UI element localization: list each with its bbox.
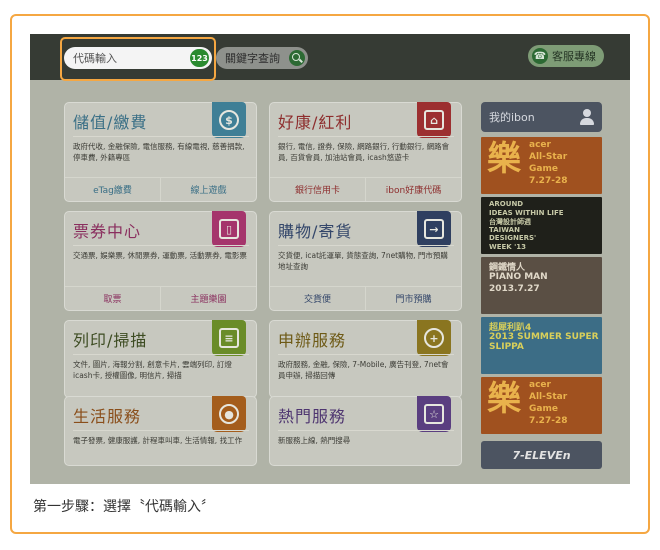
card-title: 購物/寄貨 (278, 222, 353, 241)
service-card[interactable]: 票券中心 ▯ 交通票, 娛樂票, 休閒票券, 運動票, 活動票券, 電影票取票 主題樂… (64, 211, 257, 311)
ibon-screen: 代碼輸入 123 關鍵字查詢 ☎ 客服專線 儲值/繳費 $ 政府代收, 金融保險, … (30, 34, 630, 484)
card-title: 票券中心 (73, 222, 142, 241)
banner-text: WEEK '13 (489, 242, 527, 251)
card-link[interactable]: 線上遊戲 (160, 178, 256, 201)
banner-text: acer (529, 140, 551, 150)
card-link[interactable]: 銀行信用卡 (270, 178, 365, 201)
card-title: 儲值/繳費 (73, 113, 148, 132)
card-divider (278, 354, 454, 355)
banner-text: 2013 SUMMER SUPER SLIPPA (489, 332, 599, 352)
card-link[interactable]: 取票 (65, 287, 160, 310)
card-title: 熱門服務 (278, 407, 347, 426)
home-icon: ⌂ (417, 102, 451, 138)
card-description: 政府服務, 金融, 保險, 7-Mobile, 廣告刊登, 7net會員申辦, … (278, 360, 449, 380)
banner-text: All-Star (529, 152, 568, 162)
promo-banner[interactable]: 樂 acer All-Star Game 7.27-28 (481, 377, 602, 434)
card-title: 好康/紅利 (278, 113, 353, 132)
search-icon[interactable] (289, 50, 305, 66)
card-links: eTag繳費 線上遊戲 (65, 177, 256, 201)
plus-icon: + (417, 320, 451, 356)
banner-text: 7.27-28 (529, 176, 568, 186)
card-title: 列印/掃描 (73, 331, 148, 350)
card-divider (73, 245, 249, 246)
card-links: 銀行信用卡 ibon好康代碼 (270, 177, 461, 201)
card-divider (278, 136, 454, 137)
ticket-icon: ▯ (212, 211, 246, 247)
banner-text: 2013.7.27 (489, 284, 540, 294)
seven-eleven-logo[interactable]: 7-ELEVEn (481, 441, 602, 469)
document-icon: ≡ (212, 320, 246, 356)
card-link[interactable]: 門市預購 (365, 287, 461, 310)
banner-headline: 樂 (487, 139, 521, 179)
card-title: 生活服務 (73, 407, 142, 426)
service-card[interactable]: 好康/紅利 ⌂ 銀行, 電信, 證券, 保險, 網路銀行, 行動銀行, 網路會員, … (269, 102, 462, 202)
card-description: 文件, 圖片, 海報分割, 創意卡片, 雲端列印, 訂燈icash卡, 授權圖像… (73, 360, 232, 380)
card-link[interactable]: 交貨便 (270, 287, 365, 310)
card-divider (73, 354, 249, 355)
card-links: 取票 主題樂園 (65, 286, 256, 310)
card-divider (73, 430, 249, 431)
card-divider (278, 430, 454, 431)
star-icon: ☆ (417, 396, 451, 432)
banner-text: IDEAS WITHIN LIFE (489, 208, 564, 217)
service-card[interactable]: 生活服務 ● 電子發票, 健康服護, 計程車叫車, 生活情報, 找工作 (64, 396, 257, 466)
service-card[interactable]: 列印/掃描 ≡ 文件, 圖片, 海報分割, 創意卡片, 雲端列印, 訂燈icash卡… (64, 320, 257, 398)
promo-banner[interactable]: 樂 acer All-Star Game 7.27-28 (481, 137, 602, 194)
card-description: 交通票, 娛樂票, 休閒票券, 運動票, 活動票券, 電影票 (73, 251, 247, 260)
keyword-search-label: 關鍵字查詢 (225, 52, 280, 65)
banner-headline: 樂 (487, 379, 521, 419)
service-card[interactable]: 申辦服務 + 政府服務, 金融, 保險, 7-Mobile, 廣告刊登, 7net會… (269, 320, 462, 398)
card-description: 政府代收, 金融保險, 電信服務, 有線電視, 慈善捐款, 停車費, 外籍專區 (73, 142, 245, 162)
exit-icon: → (417, 211, 451, 247)
promo-banner[interactable]: AROUND IDEAS WITHIN LIFE 台灣設計師週 TAIWAN DESIG… (481, 197, 602, 254)
highlight-box (60, 37, 216, 81)
banner-text: Game (529, 164, 558, 174)
card-divider (73, 136, 249, 137)
dollar-icon: $ (212, 102, 246, 138)
service-card[interactable]: 儲值/繳費 $ 政府代收, 金融保險, 電信服務, 有線電視, 慈善捐款, 停車費,… (64, 102, 257, 202)
card-description: 交貨便, icat託運單, 貨態查詢, 7net購物, 門市預購地址查詢 (278, 251, 448, 271)
card-description: 銀行, 電信, 證券, 保險, 網路銀行, 行動銀行, 網路會員, 百貨會員, … (278, 142, 450, 162)
step-caption: 第一步驟：選擇〝代碼輸入〞 (33, 499, 215, 515)
phone-icon: ☎ (532, 48, 548, 64)
keyword-search-input[interactable]: 關鍵字查詢 (216, 47, 308, 69)
promo-banner[interactable]: 超犀利趴4 2013 SUMMER SUPER SLIPPA (481, 317, 602, 374)
card-link[interactable]: ibon好康代碼 (365, 178, 461, 201)
my-ibon-label: 我的ibon (489, 111, 535, 124)
banner-text: 7.27-28 (529, 416, 568, 426)
card-link[interactable]: eTag繳費 (65, 178, 160, 201)
customer-service-button[interactable]: ☎ 客服專線 (528, 45, 604, 67)
banner-text: AROUND (489, 200, 524, 208)
card-description: 新服務上線, 熱門搜尋 (278, 436, 351, 445)
banner-text: DESIGNERS' (489, 234, 537, 242)
banner-text: acer (529, 380, 551, 390)
card-links: 交貨便 門市預購 (270, 286, 461, 310)
card-divider (278, 245, 454, 246)
my-ibon-button[interactable]: 我的ibon (481, 102, 602, 132)
banner-text: TAIWAN (489, 225, 520, 234)
banner-text: PIANO MAN (489, 272, 548, 282)
card-description: 電子發票, 健康服護, 計程車叫車, 生活情報, 找工作 (73, 436, 243, 445)
location-icon: ● (212, 396, 246, 432)
service-card[interactable]: 購物/寄貨 → 交貨便, icat託運單, 貨態查詢, 7net購物, 門市預購地址… (269, 211, 462, 311)
banner-text: Game (529, 404, 558, 414)
user-icon (578, 108, 596, 126)
customer-service-label: 客服專線 (552, 50, 596, 63)
service-card[interactable]: 熱門服務 ☆ 新服務上線, 熱門搜尋 (269, 396, 462, 466)
promo-banner[interactable]: 鋼鐵情人 PIANO MAN 2013.7.27 (481, 257, 602, 314)
banner-text: All-Star (529, 392, 568, 402)
card-link[interactable]: 主題樂園 (160, 287, 256, 310)
card-title: 申辦服務 (278, 331, 347, 350)
